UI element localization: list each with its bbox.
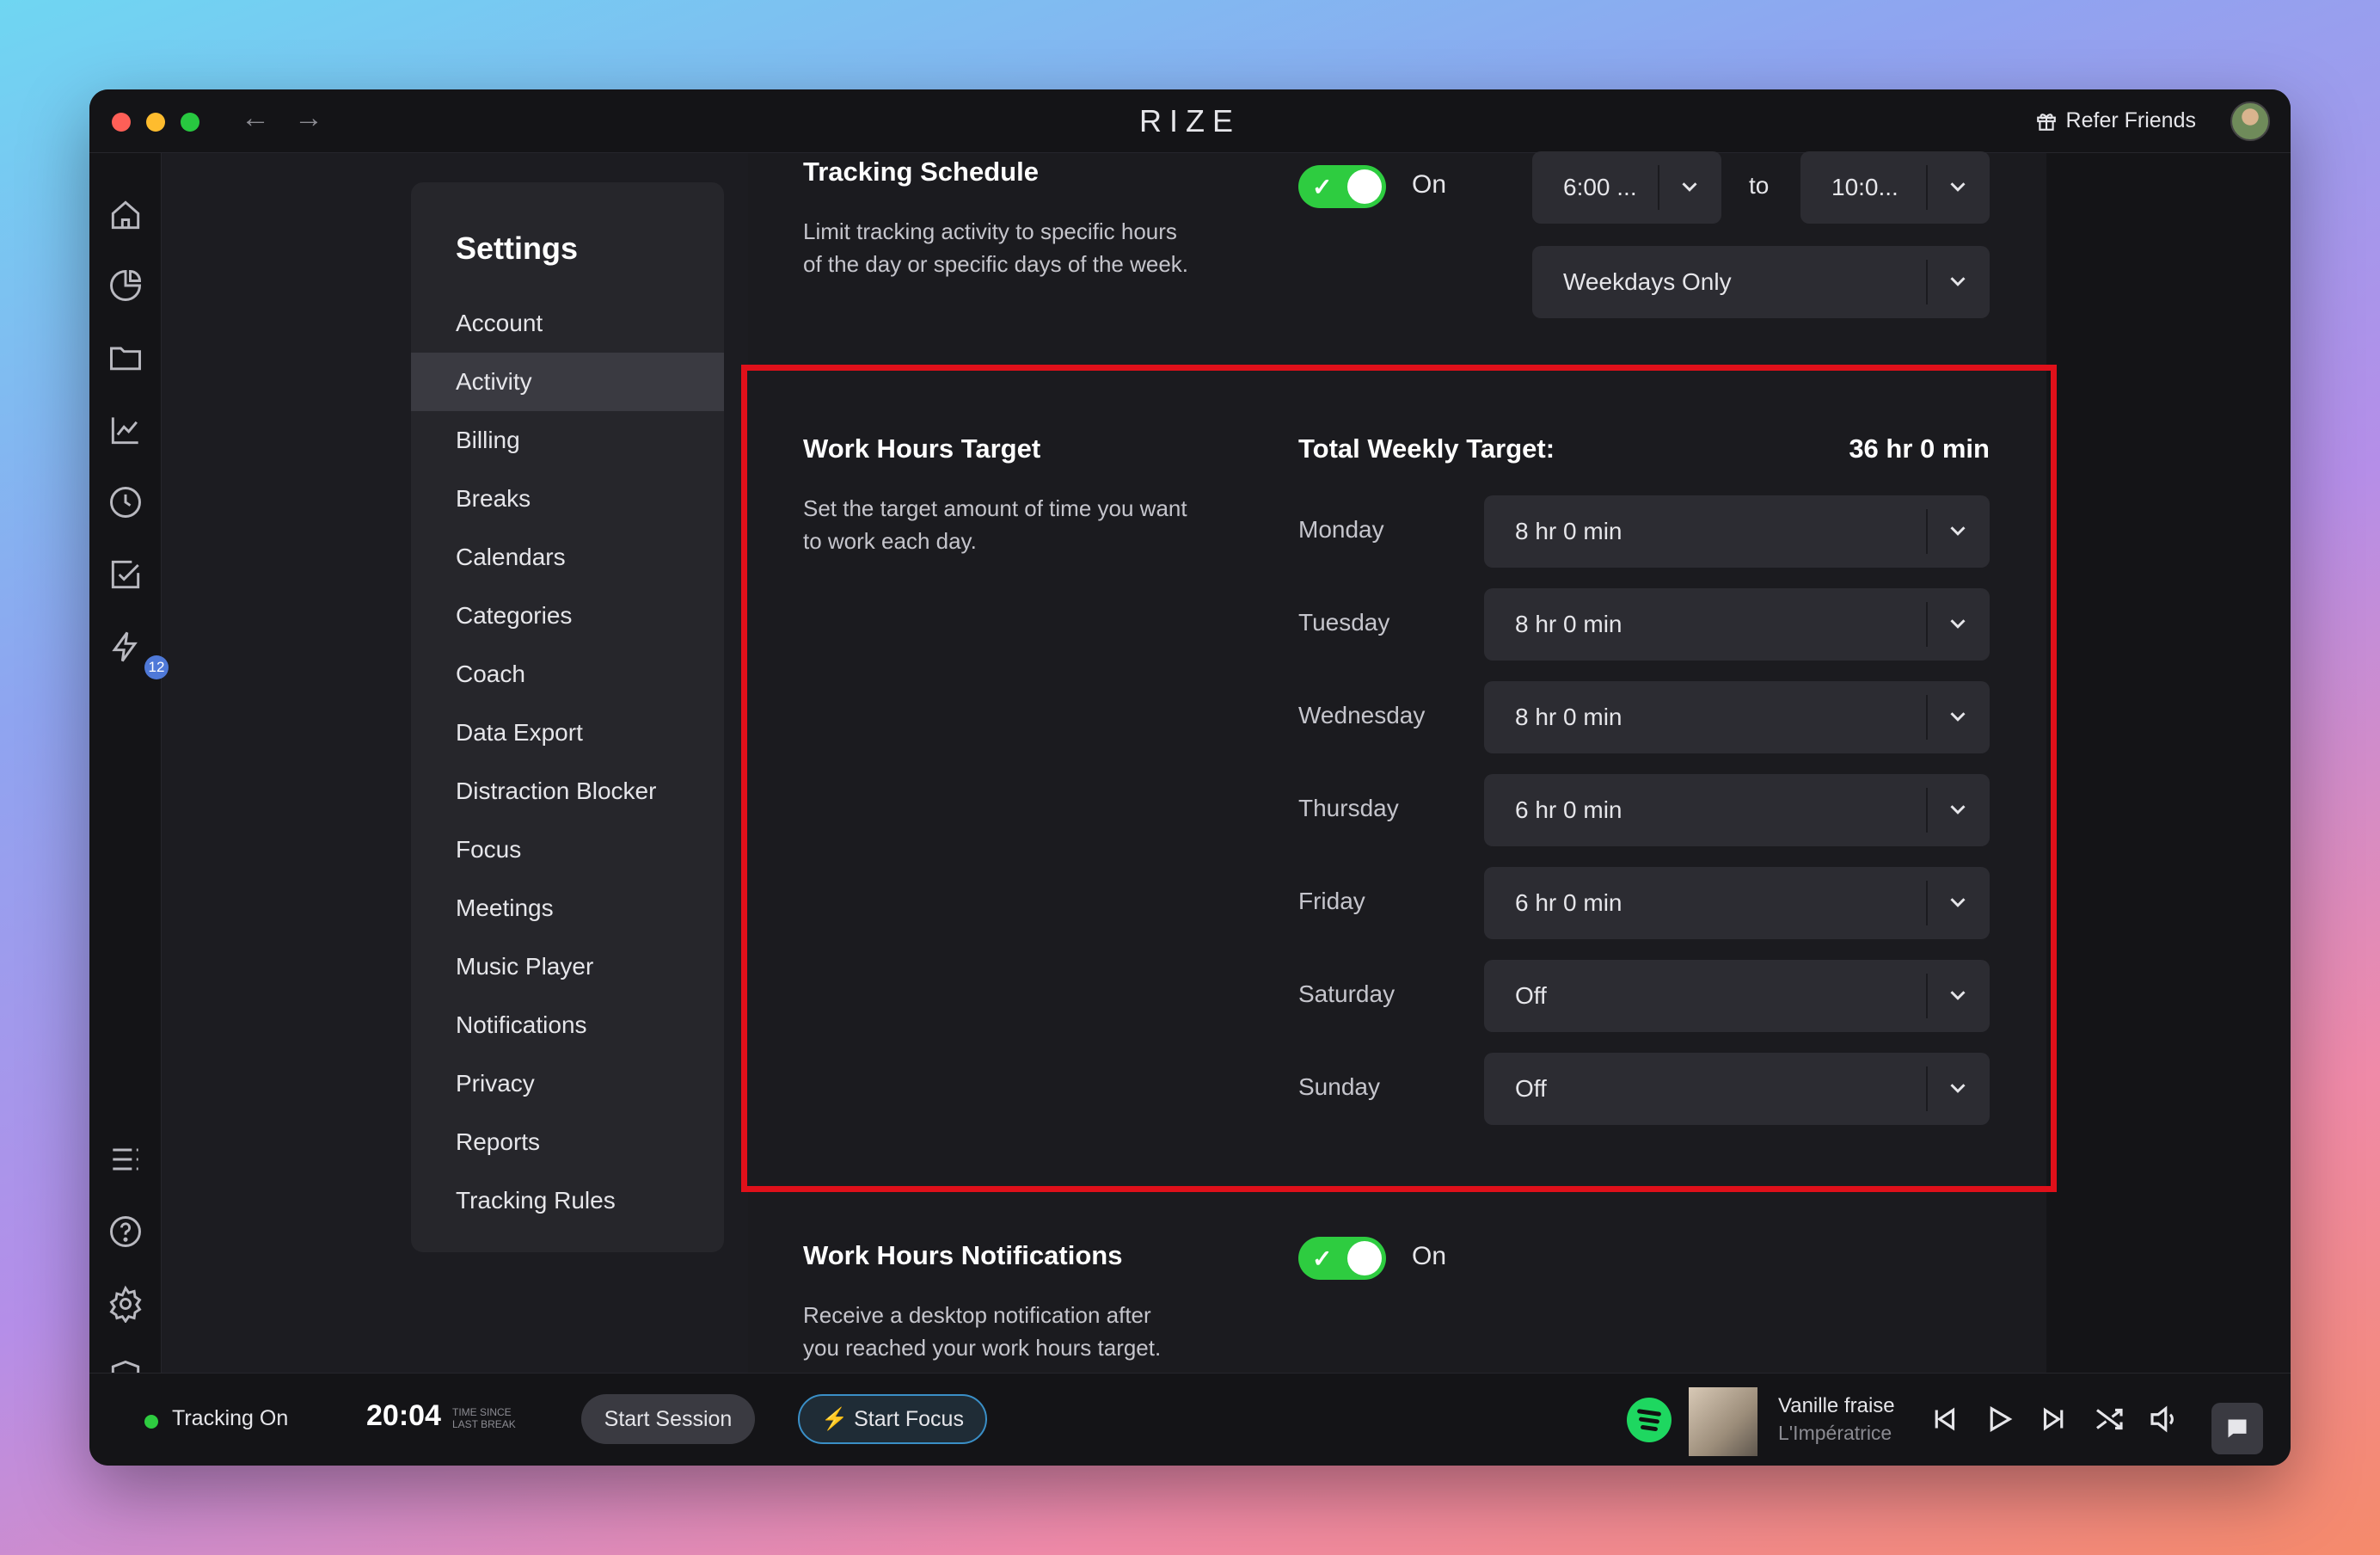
settings-item-privacy[interactable]: Privacy (411, 1054, 724, 1113)
settings-item-breaks[interactable]: Breaks (411, 470, 724, 528)
settings-item-focus[interactable]: Focus (411, 821, 724, 879)
home-icon[interactable] (107, 196, 144, 234)
work-hours-notifications-title: Work Hours Notifications (803, 1240, 1123, 1270)
folder-icon[interactable] (107, 339, 144, 377)
play-icon[interactable] (1981, 1401, 2017, 1437)
settings-item-tracking-rules[interactable]: Tracking Rules (411, 1171, 724, 1230)
settings-item-account[interactable]: Account (411, 294, 724, 353)
chevron-down-icon (1950, 182, 1966, 192)
checkbox-icon[interactable] (107, 556, 144, 593)
settings-item-reports[interactable]: Reports (411, 1113, 724, 1171)
start-time-value: 6:00 ... (1563, 174, 1637, 200)
lightning-icon: ⚡ (821, 1407, 849, 1431)
content-gutter (2046, 153, 2291, 1373)
settings-item-meetings[interactable]: Meetings (411, 879, 724, 937)
tracking-status-dot (144, 1415, 158, 1429)
notification-badge: 12 (144, 655, 169, 679)
settings-item-distraction-blocker[interactable]: Distraction Blocker (411, 762, 724, 821)
previous-track-icon[interactable] (1926, 1401, 1962, 1437)
list-icon[interactable] (107, 1140, 144, 1178)
spotify-icon[interactable] (1627, 1398, 1672, 1442)
settings-item-calendars[interactable]: Calendars (411, 528, 724, 587)
bottom-bar: Tracking On 20:04 TIME SINCE LAST BREAK … (89, 1373, 2291, 1466)
to-label: to (1749, 172, 1770, 199)
work-hours-notifications-desc-2: you reached your work hours target. (803, 1335, 1162, 1361)
time-since-break-caption: TIME SINCE LAST BREAK (452, 1406, 516, 1430)
settings-nav: Settings Account Activity Billing Breaks… (411, 182, 724, 1252)
track-artist: L'Impératrice (1778, 1422, 1892, 1444)
end-time-value: 10:0... (1831, 174, 1898, 200)
tracking-schedule-toggle-label: On (1412, 170, 1447, 199)
avatar[interactable] (2230, 101, 2270, 141)
pie-chart-icon[interactable] (107, 267, 144, 304)
refer-friends-label: Refer Friends (2065, 108, 2196, 132)
app-title: RIZE (1138, 103, 1241, 138)
check-icon: ✓ (1312, 174, 1333, 200)
check-icon: ✓ (1312, 1245, 1333, 1272)
toggle-knob (1347, 169, 1382, 204)
start-session-button[interactable]: Start Session (581, 1394, 755, 1444)
settings-item-categories[interactable]: Categories (411, 587, 724, 645)
work-hours-notifications-desc-1: Receive a desktop notification after (803, 1302, 1151, 1328)
schedule-days-select[interactable]: Weekdays Only (1532, 246, 1990, 318)
chevron-down-icon (1950, 277, 1966, 286)
lightning-icon[interactable]: 12 (107, 628, 169, 679)
time-since-break: 20:04 (366, 1399, 441, 1432)
highlight-box (741, 365, 2057, 1192)
refer-friends-button[interactable]: Refer Friends (2035, 108, 2196, 133)
help-icon[interactable] (107, 1213, 144, 1251)
album-art (1689, 1387, 1757, 1456)
settings-title: Settings (456, 230, 579, 266)
tracking-schedule-desc-2: of the day or specific days of the week. (803, 251, 1189, 277)
start-focus-button[interactable]: ⚡ Start Focus (798, 1394, 987, 1444)
tracking-status[interactable]: Tracking On (172, 1406, 288, 1431)
title-bar: ← → RIZE Refer Friends (89, 89, 2291, 153)
clock-icon[interactable] (107, 483, 144, 521)
icon-sidebar: 12 (89, 153, 169, 1392)
gift-icon (2036, 113, 2056, 131)
settings-item-billing[interactable]: Billing (411, 411, 724, 470)
settings-item-coach[interactable]: Coach (411, 645, 724, 704)
volume-icon[interactable] (2146, 1401, 2182, 1437)
work-hours-notifications-toggle-label: On (1412, 1242, 1447, 1270)
chevron-down-icon (1682, 182, 1697, 192)
schedule-days-value: Weekdays Only (1563, 268, 1732, 295)
start-focus-label: Start Focus (854, 1407, 964, 1431)
work-hours-notifications-toggle[interactable]: ✓ (1298, 1237, 1386, 1280)
trend-chart-icon[interactable] (107, 411, 144, 449)
start-time-select[interactable]: 6:00 ... (1532, 151, 1721, 224)
settings-item-music-player[interactable]: Music Player (411, 937, 724, 996)
chat-button[interactable] (2211, 1403, 2263, 1454)
tracking-schedule-toggle[interactable]: ✓ (1298, 165, 1386, 208)
track-title: Vanille fraise (1778, 1394, 1895, 1417)
settings-item-data-export[interactable]: Data Export (411, 704, 724, 762)
settings-item-activity[interactable]: Activity (411, 353, 724, 411)
toggle-knob (1347, 1241, 1382, 1275)
settings-item-notifications[interactable]: Notifications (411, 996, 724, 1054)
chat-icon (2228, 1419, 2247, 1438)
end-time-select[interactable]: 10:0... (1800, 151, 1990, 224)
next-track-icon[interactable] (2036, 1401, 2072, 1437)
gear-icon[interactable] (107, 1285, 144, 1324)
tracking-schedule-title: Tracking Schedule (803, 157, 1039, 187)
shuffle-icon[interactable] (2091, 1401, 2127, 1437)
tracking-schedule-desc-1: Limit tracking activity to specific hour… (803, 218, 1177, 244)
